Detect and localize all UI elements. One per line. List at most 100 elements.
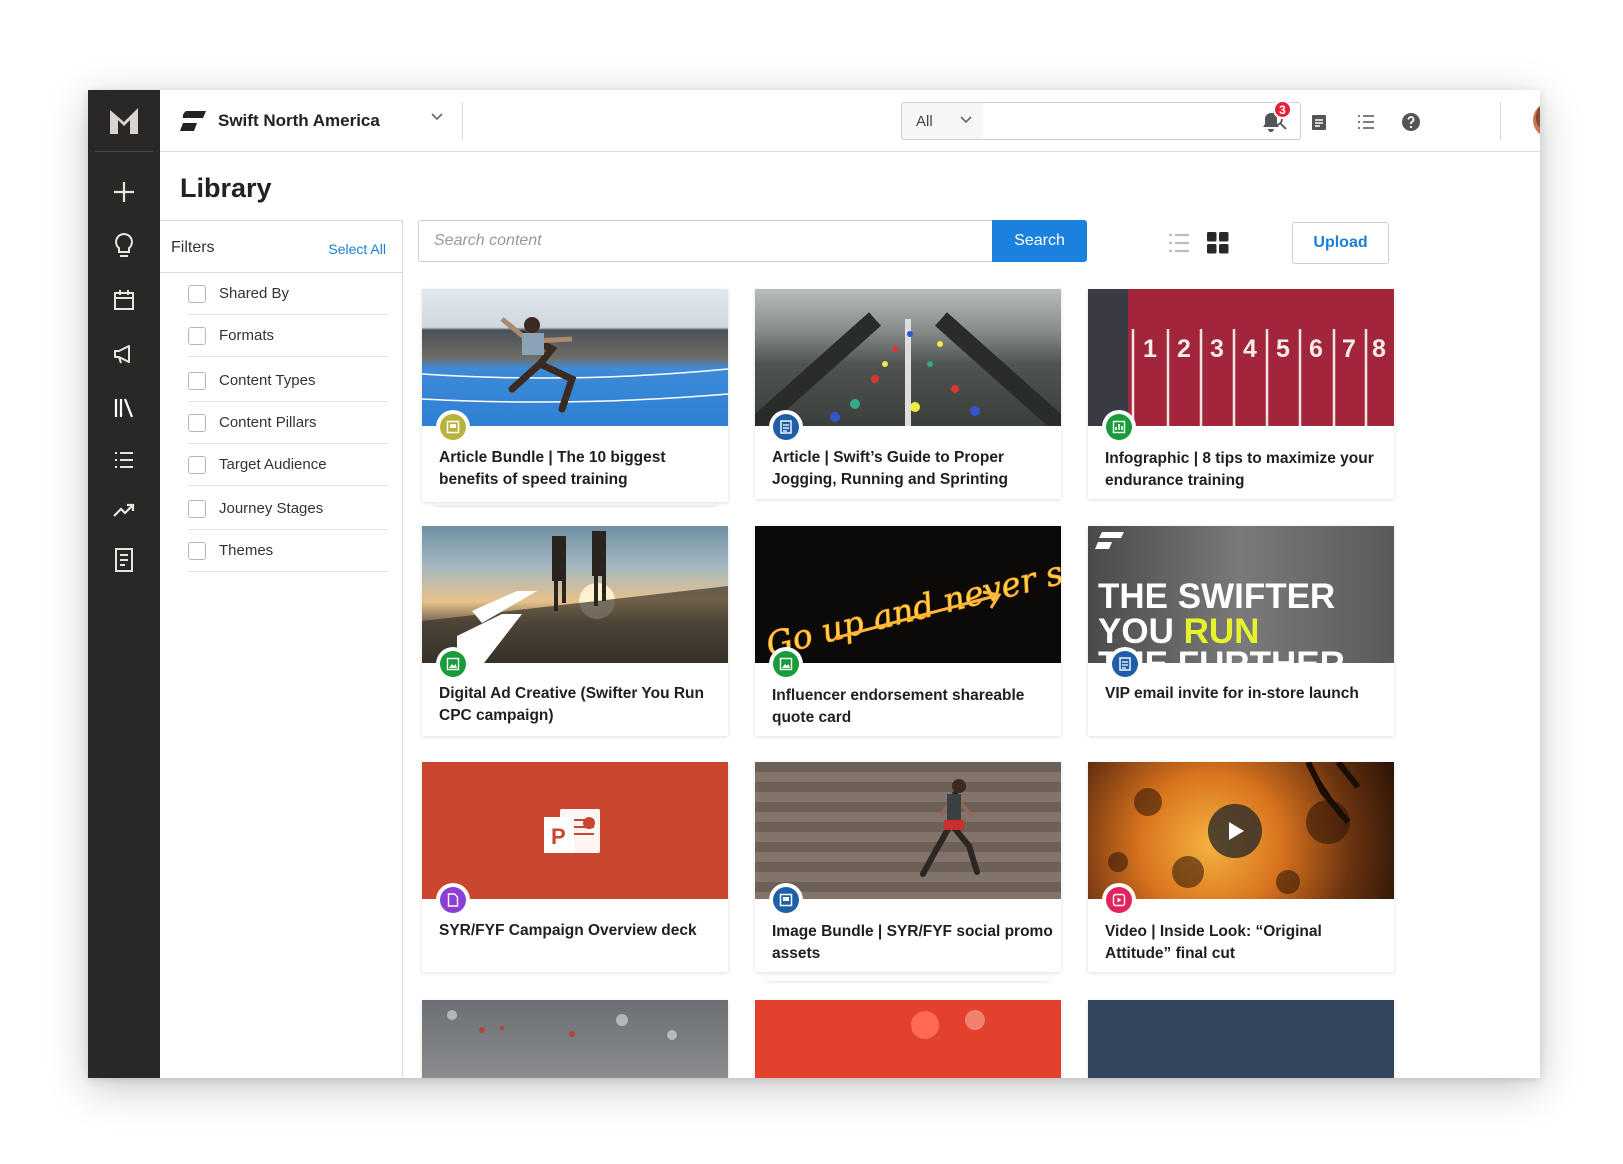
org-name: Swift North America — [218, 111, 380, 130]
card-thumbnail — [1088, 762, 1394, 899]
card-type-badge — [436, 883, 470, 917]
filter-label: Shared By — [219, 285, 290, 302]
article-icon — [1119, 657, 1131, 671]
content-card[interactable]: Video | Inside Look: “Original Attitude”… — [1088, 762, 1394, 972]
card-title: Video | Inside Look: “Original Attitude”… — [1105, 923, 1322, 962]
play-button[interactable] — [1208, 804, 1262, 858]
checkbox[interactable] — [188, 413, 206, 432]
card-thumbnail — [422, 1000, 728, 1078]
tasks-button[interactable] — [1305, 108, 1333, 136]
content-card[interactable]: Article Bundle | The 10 biggest benefits… — [422, 289, 728, 502]
svg-text:5: 5 — [1276, 335, 1290, 363]
content-card[interactable]: Image Bundle | SYR/FYF social promo asse… — [755, 762, 1061, 972]
checkbox[interactable] — [188, 499, 206, 518]
app-window: Swift North America All 3 Library Filter… — [88, 90, 1540, 1078]
calendar-icon — [114, 290, 134, 310]
content-card[interactable] — [1088, 1000, 1394, 1078]
search-button[interactable]: Search — [992, 220, 1087, 262]
infographic-icon — [1112, 420, 1126, 434]
content-search-input[interactable] — [418, 220, 993, 262]
divider — [1500, 102, 1501, 140]
filters-header: Filters Select All — [160, 221, 402, 273]
sidebar-create[interactable] — [88, 172, 160, 212]
checkbox[interactable] — [188, 326, 206, 345]
content-card[interactable]: P SYR/FYF Campaign Overview deck — [422, 762, 728, 972]
top-bar: Swift North America All 3 — [160, 90, 1540, 152]
search-scope-select[interactable]: All — [901, 102, 984, 140]
chevron-down-icon[interactable] — [430, 112, 444, 122]
filter-label: Themes — [219, 542, 274, 559]
card-type-badge — [1102, 410, 1136, 444]
checkbox[interactable] — [188, 541, 206, 560]
card-title: Infographic | 8 tips to maximize your en… — [1105, 450, 1374, 489]
grid-view-icon[interactable] — [1207, 232, 1229, 254]
org-switcher[interactable]: Swift North America — [180, 90, 380, 152]
card-thumbnail — [755, 762, 1061, 899]
svg-text:6: 6 — [1309, 335, 1323, 363]
card-thumbnail: P — [422, 762, 728, 899]
divider — [462, 102, 463, 140]
filter-themes[interactable]: Themes — [188, 530, 388, 572]
filter-shared-by[interactable]: Shared By — [188, 273, 388, 315]
track-lanes-image: 12345678 — [1088, 289, 1386, 426]
trending-up-icon — [113, 503, 135, 517]
card-thumbnail: 12345678 — [1088, 289, 1394, 426]
filter-content-pillars[interactable]: Content Pillars — [188, 402, 388, 444]
global-search-input[interactable] — [983, 102, 1301, 140]
card-thumbnail: THE SWIFTER YOU RUN THE FURTHER — [1088, 526, 1394, 663]
card-title: VIP email invite for in-store launch — [1105, 685, 1359, 702]
sidebar-calendar[interactable] — [88, 280, 160, 320]
filter-content-types[interactable]: Content Types — [188, 360, 388, 402]
filter-label: Formats — [219, 327, 275, 344]
content-card[interactable]: Go up and never stop Influencer endorsem… — [755, 526, 1061, 736]
card-thumbnail — [755, 289, 1061, 426]
card-type-badge — [436, 410, 470, 444]
card-title: Influencer endorsement shareable quote c… — [772, 687, 1025, 726]
filters-title: Filters — [171, 239, 215, 256]
notification-badge: 3 — [1273, 100, 1292, 119]
svg-text:1: 1 — [1143, 335, 1157, 363]
checkbox[interactable] — [188, 455, 206, 474]
upload-button[interactable]: Upload — [1292, 222, 1389, 264]
sidebar-analytics[interactable] — [88, 490, 160, 530]
promo-text-line1: THE SWIFTER — [1098, 577, 1335, 616]
checkbox[interactable] — [188, 284, 206, 303]
document-icon — [115, 548, 133, 572]
video-icon — [1112, 893, 1126, 907]
help-button[interactable] — [1397, 108, 1425, 136]
task-icon — [1312, 115, 1326, 130]
sidebar — [88, 90, 160, 1078]
sidebar-ideas[interactable] — [88, 226, 160, 266]
sprinter-image — [422, 317, 728, 413]
sidebar-reports[interactable] — [88, 540, 160, 580]
checkbox[interactable] — [188, 371, 206, 390]
svg-text:3: 3 — [1210, 335, 1224, 363]
content-card[interactable]: Digital Ad Creative (Swifter You Run CPC… — [422, 526, 728, 736]
content-card[interactable]: Article | Swift’s Guide to Proper Joggin… — [755, 289, 1061, 499]
megaphone-icon — [114, 345, 130, 364]
ppt-letter: P — [551, 824, 566, 849]
select-all-link[interactable]: Select All — [328, 241, 386, 257]
svg-text:7: 7 — [1342, 335, 1356, 363]
list-view-icon[interactable] — [1168, 232, 1190, 254]
app-logo[interactable] — [95, 90, 153, 152]
content-card[interactable]: 12345678 Infographic | 8 tips to maximiz… — [1088, 289, 1394, 499]
filter-formats[interactable]: Formats — [188, 315, 388, 357]
sidebar-library[interactable] — [88, 388, 160, 428]
content-card[interactable] — [755, 1000, 1061, 1078]
filters-panel: Filters Select All Shared By Formats Con… — [160, 220, 403, 1078]
notifications-button[interactable]: 3 — [1257, 100, 1292, 136]
card-title: Digital Ad Creative (Swifter You Run CPC… — [439, 685, 704, 724]
activity-button[interactable] — [1352, 108, 1380, 136]
sidebar-campaigns[interactable] — [88, 334, 160, 374]
bundle-stack — [767, 975, 1049, 981]
filter-target-audience[interactable]: Target Audience — [188, 444, 388, 486]
article-icon — [780, 420, 792, 434]
content-card[interactable]: THE SWIFTER YOU RUN THE FURTHER VIP emai… — [1088, 526, 1394, 736]
card-title: Article | Swift’s Guide to Proper Joggin… — [772, 449, 1008, 488]
content-card[interactable] — [422, 1000, 728, 1078]
card-type-badge — [769, 410, 803, 444]
filter-journey-stages[interactable]: Journey Stages — [188, 488, 388, 530]
user-avatar[interactable] — [1533, 102, 1540, 138]
sidebar-lists[interactable] — [88, 440, 160, 480]
